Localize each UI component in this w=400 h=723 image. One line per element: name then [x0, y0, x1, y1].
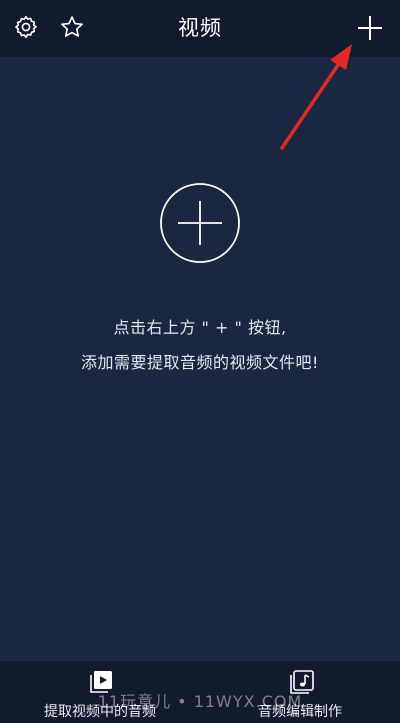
circle-plus-icon: [160, 183, 240, 263]
video-play-icon: [90, 671, 112, 693]
screen: 视频 点击右上方 " + " 按钮, 添加需要提取音频的视频文件吧! 提取视频中…: [0, 0, 400, 723]
gear-icon: [15, 15, 37, 39]
star-icon: [61, 16, 83, 37]
add-video-button[interactable]: [352, 10, 388, 46]
tab-audio-edit[interactable]: 音频编辑制作: [200, 661, 400, 723]
empty-hint-line-1: 点击右上方 " + " 按钮,: [113, 318, 287, 337]
bottom-tab-bar: 提取视频中的音频 音频编辑制作: [0, 661, 400, 723]
favorite-button[interactable]: [56, 11, 88, 43]
tab-extract-audio[interactable]: 提取视频中的音频: [0, 661, 200, 723]
add-video-circle-button[interactable]: [159, 182, 241, 264]
settings-button[interactable]: [10, 11, 42, 43]
top-bar: 视频: [0, 0, 400, 57]
music-note-icon: [290, 670, 314, 694]
tab-audio-edit-label: 音频编辑制作: [258, 704, 342, 720]
plus-icon: [358, 16, 382, 40]
tab-extract-audio-label: 提取视频中的音频: [44, 704, 156, 720]
empty-hint-line-2: 添加需要提取音频的视频文件吧!: [81, 353, 319, 372]
